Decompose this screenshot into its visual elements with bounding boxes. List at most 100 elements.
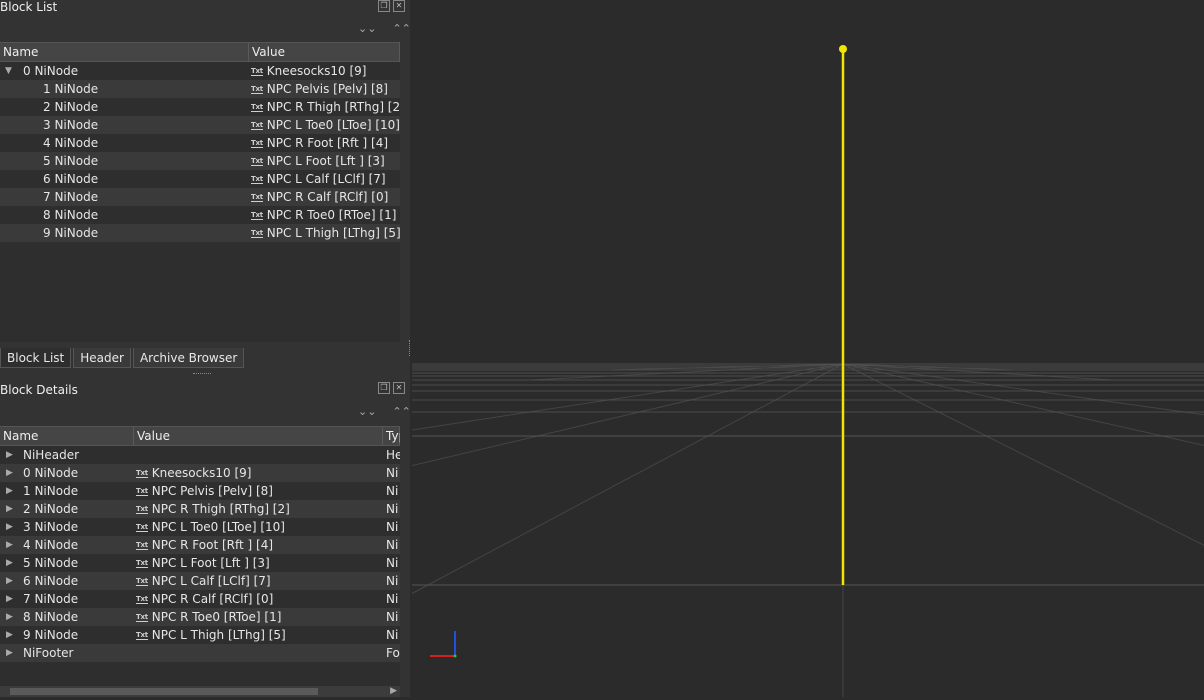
expand-triangle-icon[interactable]: ▶ <box>6 482 13 500</box>
row-name: 7 NiNode <box>43 190 99 204</box>
row-name-cell: ▶ 5 NiNode <box>0 554 134 572</box>
table-row[interactable]: ▶ 2 NiNode Txt NPC R Thigh [RThg] [2] Ni <box>0 500 400 518</box>
table-row[interactable]: ▶ 9 NiNode Txt NPC L Thigh [LThg] [5] Ni <box>0 626 400 644</box>
collapse-all-icon[interactable]: ⌃⌃ <box>392 22 410 35</box>
expand-triangle-icon[interactable]: ▶ <box>6 608 13 626</box>
row-name: 9 NiNode <box>43 226 99 240</box>
horizontal-scrollbar[interactable]: ▶ <box>0 686 400 697</box>
expand-triangle-icon[interactable]: ▶ <box>6 572 13 590</box>
table-row[interactable]: 4 NiNode Txt NPC R Foot [Rft ] [4] <box>0 134 400 152</box>
row-value-cell: Txt NPC L Foot [Lft ] [3] <box>249 152 400 170</box>
table-row[interactable]: ▶ 8 NiNode Txt NPC R Toe0 [RToe] [1] Ni <box>0 608 400 626</box>
expand-triangle-icon[interactable]: ▶ <box>6 554 13 572</box>
3d-viewport[interactable] <box>11 0 1204 700</box>
expand-triangle-icon[interactable]: ▶ <box>6 464 13 482</box>
column-header-name[interactable]: Name <box>0 43 249 61</box>
expand-triangle-icon[interactable]: ▶ <box>6 644 13 662</box>
expand-triangle-icon[interactable]: ▶ <box>6 518 13 536</box>
txt-type-icon: Txt <box>251 211 263 220</box>
txt-type-icon: Txt <box>251 139 263 148</box>
expand-triangle-icon[interactable]: ▶ <box>6 446 13 464</box>
row-type-cell: Ni <box>386 484 399 498</box>
tab-header[interactable]: Header <box>73 348 131 368</box>
horizontal-splitter-handle[interactable] <box>193 373 211 376</box>
expand-triangle-icon[interactable]: ▼ <box>5 62 12 80</box>
table-row[interactable]: 3 NiNode Txt NPC L Toe0 [LToe] [10] <box>0 116 400 134</box>
txt-type-icon: Txt <box>136 523 148 532</box>
txt-type-icon: Txt <box>136 595 148 604</box>
float-icon[interactable]: ❐ <box>378 0 390 12</box>
row-value-cell: Txt NPC L Calf [LClf] [7] <box>134 572 383 590</box>
row-type-cell: He <box>386 448 400 462</box>
block-details-table: Name Value Typ ▶NiHeaderHe▶0 NiNodeTxtKn… <box>0 426 400 686</box>
scrollbar-thumb[interactable] <box>10 688 318 695</box>
table-row[interactable]: 7 NiNode Txt NPC R Calf [RClf] [0] <box>0 188 400 206</box>
row-value-cell: Txt NPC L Thigh [LThg] [5] <box>249 224 400 242</box>
row-value-cell: Txt NPC R Thigh [RThg] [2] <box>134 500 383 518</box>
txt-type-icon: Txt <box>251 229 263 238</box>
table-row[interactable]: ▶ 1 NiNode Txt NPC Pelvis [Pelv] [8] Ni <box>0 482 400 500</box>
table-row[interactable]: 8 NiNode Txt NPC R Toe0 [RToe] [1] <box>0 206 400 224</box>
close-icon[interactable]: ✕ <box>393 382 405 394</box>
scroll-right-icon[interactable]: ▶ <box>390 686 397 696</box>
table-row[interactable]: ▼ 0 NiNode Txt Kneesocks10 [9] <box>0 62 400 80</box>
grid-line <box>11 363 844 561</box>
expand-all-icon[interactable]: ⌄⌄ <box>358 22 376 35</box>
table-row[interactable]: 2 NiNode Txt NPC R Thigh [RThg] [2] <box>0 98 400 116</box>
table-row[interactable]: 6 NiNode Txt NPC L Calf [LClf] [7] <box>0 170 400 188</box>
float-icon[interactable]: ❐ <box>378 382 390 394</box>
row-name-cell: 8 NiNode <box>0 206 249 224</box>
row-name: 5 NiNode <box>43 154 99 168</box>
table-row[interactable]: ▶ 4 NiNode Txt NPC R Foot [Rft ] [4] Ni <box>0 536 400 554</box>
expand-all-icon[interactable]: ⌄⌄ <box>358 405 376 418</box>
table-row[interactable]: ▶ NiHeader He <box>0 446 400 464</box>
row-name-cell: 9 NiNode <box>0 224 249 242</box>
row-type-cell: Ni <box>386 520 399 534</box>
collapse-all-icon[interactable]: ⌃⌃ <box>392 405 410 418</box>
table-row[interactable]: ▶ 5 NiNode Txt NPC L Foot [Lft ] [3] Ni <box>0 554 400 572</box>
column-header-value[interactable]: Value <box>249 43 400 61</box>
row-value: NPC R Toe0 [RToe] [1] <box>151 610 282 624</box>
column-header-type[interactable]: Typ <box>383 427 400 445</box>
row-name: 3 NiNode <box>43 118 99 132</box>
table-row[interactable]: 9 NiNode Txt NPC L Thigh [LThg] [5] <box>0 224 400 242</box>
row-value-cell: Txt Kneesocks10 [9] <box>249 62 400 80</box>
table-row[interactable]: ▶ 7 NiNode Txt NPC R Calf [RClf] [0] Ni <box>0 590 400 608</box>
tab-block-list[interactable]: Block List <box>0 348 72 368</box>
row-name-cell: 3 NiNode <box>0 116 249 134</box>
row-name-cell: ▶ 1 NiNode <box>0 482 134 500</box>
row-type-cell: Ni <box>386 538 399 552</box>
table-row[interactable]: ▶ 6 NiNode Txt NPC L Calf [LClf] [7] Ni <box>0 572 400 590</box>
viewport-canvas[interactable] <box>11 0 1204 700</box>
row-type-cell: Ni <box>386 466 399 480</box>
row-name: NiFooter <box>23 646 74 660</box>
block-list-title: Block List <box>0 0 58 14</box>
table-row[interactable]: ▶ NiFooter Fo <box>0 644 400 662</box>
row-value: NPC R Calf [RClf] [0] <box>151 592 274 606</box>
column-header-name[interactable]: Name <box>0 427 134 445</box>
row-value-cell: Txt Kneesocks10 [9] <box>134 464 383 482</box>
expand-triangle-icon[interactable]: ▶ <box>6 500 13 518</box>
expand-triangle-icon[interactable]: ▶ <box>6 626 13 644</box>
row-value: NPC L Foot [Lft ] [3] <box>151 556 270 570</box>
expand-triangle-icon[interactable]: ▶ <box>6 590 13 608</box>
row-value: NPC L Thigh [LThg] [5] <box>266 226 400 240</box>
txt-type-icon: Txt <box>251 157 263 166</box>
table-row[interactable]: 5 NiNode Txt NPC L Foot [Lft ] [3] <box>0 152 400 170</box>
table-row[interactable]: ▶ 3 NiNode Txt NPC L Toe0 [LToe] [10] Ni <box>0 518 400 536</box>
block-details-header-row: Name Value Typ <box>0 426 400 446</box>
expand-triangle-icon[interactable]: ▶ <box>6 536 13 554</box>
table-row[interactable]: ▶ 0 NiNode Txt Kneesocks10 [9] Ni <box>0 464 400 482</box>
row-value-cell: Txt NPC R Thigh [RThg] [2] <box>249 98 400 116</box>
row-type-cell: Ni <box>386 502 399 516</box>
txt-type-icon: Txt <box>251 85 263 94</box>
block-details-dock-buttons: ❐ ✕ <box>378 382 405 394</box>
table-row[interactable]: 1 NiNode Txt NPC Pelvis [Pelv] [8] <box>0 80 400 98</box>
row-value: NPC R Foot [Rft ] [4] <box>151 538 274 552</box>
column-header-value[interactable]: Value <box>134 427 383 445</box>
block-list-rows: ▼ 0 NiNode Txt Kneesocks10 [9] 1 NiNode Txt NP… <box>0 62 400 242</box>
row-type-cell: Ni <box>386 628 399 642</box>
tab-archive-browser[interactable]: Archive Browser <box>132 348 245 368</box>
bone-joint-node[interactable] <box>839 45 847 53</box>
close-icon[interactable]: ✕ <box>393 0 405 12</box>
